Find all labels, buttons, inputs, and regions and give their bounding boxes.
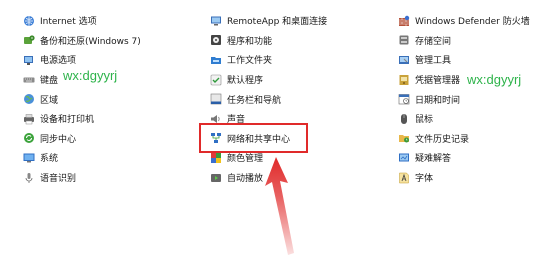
item-label: 同步中心 bbox=[40, 134, 77, 145]
watermark-text: wx:dgyyrj bbox=[63, 68, 118, 83]
item-label: 电源选项 bbox=[40, 56, 77, 67]
control-panel-item-sync-center[interactable]: 同步中心 bbox=[23, 129, 141, 149]
control-panel-item-admin-tools[interactable]: 管理工具 bbox=[398, 50, 530, 70]
fonts-icon bbox=[398, 172, 410, 184]
highlight-box bbox=[199, 123, 308, 153]
control-panel-item-work-folders[interactable]: 工作文件夹 bbox=[210, 50, 327, 70]
autoplay-icon bbox=[210, 172, 222, 184]
control-panel-item-default-programs[interactable]: 默认程序 bbox=[210, 70, 327, 90]
sync-center-icon bbox=[23, 132, 35, 144]
admin-tools-icon bbox=[398, 54, 410, 66]
item-label: 存储空间 bbox=[415, 36, 452, 47]
programs-features-icon bbox=[210, 34, 222, 46]
item-label: 鼠标 bbox=[415, 115, 434, 126]
item-label: Windows Defender 防火墙 bbox=[415, 17, 530, 28]
firewall-icon bbox=[398, 15, 410, 27]
date-time-icon bbox=[398, 93, 410, 105]
control-panel-item-remoteapp[interactable]: RemoteApp 和桌面连接 bbox=[210, 11, 327, 31]
item-label: 凭据管理器 bbox=[415, 76, 461, 87]
item-label: 日期和时间 bbox=[415, 95, 461, 106]
internet-options-icon bbox=[23, 15, 35, 27]
control-panel-item-devices-printers[interactable]: 设备和打印机 bbox=[23, 109, 141, 129]
control-panel-item-speech-recognition[interactable]: 语音识别 bbox=[23, 168, 141, 188]
control-panel-item-taskbar-navigation[interactable]: 任务栏和导航 bbox=[210, 89, 327, 109]
control-panel-item-internet-options[interactable]: Internet 选项 bbox=[23, 11, 141, 31]
keyboard-icon bbox=[23, 74, 35, 86]
storage-spaces-icon bbox=[398, 34, 410, 46]
control-panel-item-mouse[interactable]: 鼠标 bbox=[398, 109, 530, 129]
control-panel-item-backup-restore[interactable]: 备份和还原(Windows 7) bbox=[23, 31, 141, 51]
control-panel-item-autoplay[interactable]: 自动播放 bbox=[210, 168, 327, 188]
item-label: 颜色管理 bbox=[227, 154, 264, 165]
remoteapp-icon bbox=[210, 15, 222, 27]
control-panel-item-region[interactable]: 区域 bbox=[23, 89, 141, 109]
work-folders-icon bbox=[210, 54, 222, 66]
control-panel-column-2: RemoteApp 和桌面连接 程序和功能 工作文件夹 默认程序 任务栏和导航 … bbox=[210, 11, 327, 187]
control-panel-item-firewall[interactable]: Windows Defender 防火墙 bbox=[398, 11, 530, 31]
item-label: 系统 bbox=[40, 154, 59, 165]
color-management-icon bbox=[210, 152, 222, 164]
item-label: 文件历史记录 bbox=[415, 134, 470, 145]
file-history-icon bbox=[398, 132, 410, 144]
credential-manager-icon bbox=[398, 74, 410, 86]
watermark-text: wx:dgyyrj bbox=[467, 72, 522, 87]
item-label: 区域 bbox=[40, 95, 59, 106]
control-panel-item-storage-spaces[interactable]: 存储空间 bbox=[398, 31, 530, 51]
control-panel-item-file-history[interactable]: 文件历史记录 bbox=[398, 129, 530, 149]
item-label: RemoteApp 和桌面连接 bbox=[227, 17, 328, 28]
control-panel-item-system[interactable]: 系统 bbox=[23, 148, 141, 168]
control-panel-column-1: Internet 选项 备份和还原(Windows 7) 电源选项 键盘 区域 … bbox=[23, 11, 141, 187]
item-label: 自动播放 bbox=[227, 174, 264, 185]
item-label: 键盘 bbox=[40, 76, 59, 87]
control-panel-item-programs-features[interactable]: 程序和功能 bbox=[210, 31, 327, 51]
speech-recognition-icon bbox=[23, 172, 35, 184]
item-label: 任务栏和导航 bbox=[227, 95, 282, 106]
control-panel-item-date-time[interactable]: 日期和时间 bbox=[398, 89, 530, 109]
control-panel-item-power-options[interactable]: 电源选项 bbox=[23, 50, 141, 70]
region-icon bbox=[23, 93, 35, 105]
item-label: 字体 bbox=[415, 174, 434, 185]
mouse-icon bbox=[398, 113, 410, 125]
devices-printers-icon bbox=[23, 113, 35, 125]
item-label: 工作文件夹 bbox=[227, 56, 273, 67]
item-label: 疑难解答 bbox=[415, 154, 452, 165]
control-panel-item-troubleshooting[interactable]: 疑难解答 bbox=[398, 148, 530, 168]
power-options-icon bbox=[23, 54, 35, 66]
troubleshooting-icon bbox=[398, 152, 410, 164]
item-label: 备份和还原(Windows 7) bbox=[40, 36, 141, 47]
taskbar-navigation-icon bbox=[210, 93, 222, 105]
item-label: 设备和打印机 bbox=[40, 115, 95, 126]
item-label: Internet 选项 bbox=[40, 17, 97, 28]
item-label: 默认程序 bbox=[227, 76, 264, 87]
default-programs-icon bbox=[210, 74, 222, 86]
item-label: 语音识别 bbox=[40, 174, 77, 185]
backup-restore-icon bbox=[23, 34, 35, 46]
control-panel-item-fonts[interactable]: 字体 bbox=[398, 168, 530, 188]
system-icon bbox=[23, 152, 35, 164]
control-panel-column-3: Windows Defender 防火墙 存储空间 管理工具 凭据管理器 日期和… bbox=[398, 11, 530, 187]
item-label: 程序和功能 bbox=[227, 36, 273, 47]
item-label: 管理工具 bbox=[415, 56, 452, 67]
